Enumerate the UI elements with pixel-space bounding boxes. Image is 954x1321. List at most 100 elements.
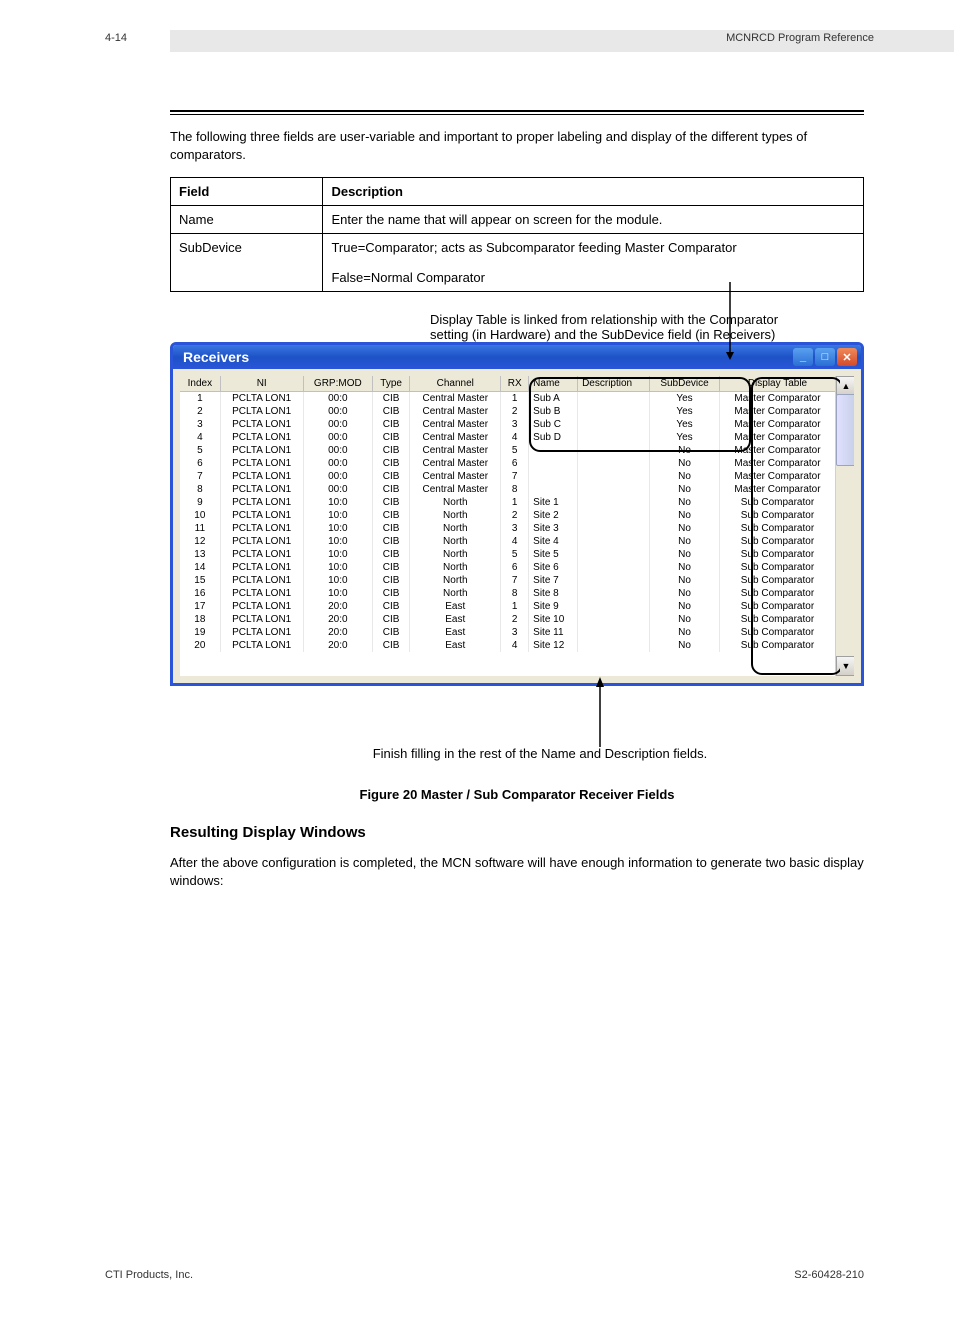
cell[interactable]: Site 8 — [529, 587, 578, 600]
scroll-up-button[interactable]: ▲ — [836, 376, 855, 396]
cell[interactable]: Central Master — [410, 483, 501, 496]
cell[interactable] — [578, 496, 650, 509]
cell[interactable] — [578, 405, 650, 418]
cell[interactable]: North — [410, 561, 501, 574]
cell[interactable]: PCLTA LON1 — [220, 509, 303, 522]
cell[interactable] — [578, 561, 650, 574]
cell[interactable]: 20:0 — [303, 639, 372, 652]
cell[interactable]: 10:0 — [303, 574, 372, 587]
cell[interactable]: No — [650, 470, 720, 483]
cell[interactable]: No — [650, 444, 720, 457]
cell[interactable]: 1 — [501, 392, 529, 406]
cell[interactable]: CIB — [372, 522, 409, 535]
cell[interactable]: Yes — [650, 405, 720, 418]
cell[interactable] — [578, 626, 650, 639]
cell[interactable]: Sub Comparator — [719, 522, 835, 535]
cell[interactable]: Sub Comparator — [719, 626, 835, 639]
cell[interactable] — [578, 431, 650, 444]
cell[interactable]: Sub Comparator — [719, 613, 835, 626]
cell[interactable]: 10:0 — [303, 496, 372, 509]
cell[interactable]: 10 — [180, 509, 220, 522]
cell[interactable] — [578, 418, 650, 431]
cell[interactable]: CIB — [372, 613, 409, 626]
table-row[interactable]: 9PCLTA LON110:0CIBNorth1Site 1NoSub Comp… — [180, 496, 836, 509]
cell[interactable]: CIB — [372, 405, 409, 418]
cell[interactable] — [578, 639, 650, 652]
scroll-thumb[interactable] — [836, 394, 855, 466]
cell[interactable]: 4 — [501, 431, 529, 444]
cell[interactable]: 00:0 — [303, 470, 372, 483]
cell[interactable]: CIB — [372, 574, 409, 587]
cell[interactable]: Sub Comparator — [719, 574, 835, 587]
cell[interactable]: 20:0 — [303, 626, 372, 639]
cell[interactable]: 00:0 — [303, 405, 372, 418]
cell[interactable]: Yes — [650, 392, 720, 406]
cell[interactable]: Sub Comparator — [719, 600, 835, 613]
cell[interactable]: PCLTA LON1 — [220, 561, 303, 574]
cell[interactable]: 10:0 — [303, 522, 372, 535]
cell[interactable]: 12 — [180, 535, 220, 548]
cell[interactable]: 1 — [180, 392, 220, 406]
cell[interactable]: PCLTA LON1 — [220, 522, 303, 535]
cell[interactable]: 7 — [501, 470, 529, 483]
cell[interactable]: CIB — [372, 444, 409, 457]
cell[interactable]: North — [410, 587, 501, 600]
cell[interactable] — [578, 509, 650, 522]
cell[interactable] — [529, 470, 578, 483]
col-header[interactable]: Type — [372, 376, 409, 392]
table-row[interactable]: 6PCLTA LON100:0CIBCentral Master6NoMaste… — [180, 457, 836, 470]
col-header[interactable]: Channel — [410, 376, 501, 392]
cell[interactable]: 4 — [501, 535, 529, 548]
cell[interactable]: CIB — [372, 509, 409, 522]
cell[interactable]: Master Comparator — [719, 444, 835, 457]
cell[interactable]: Site 6 — [529, 561, 578, 574]
cell[interactable]: 5 — [180, 444, 220, 457]
cell[interactable]: CIB — [372, 431, 409, 444]
cell[interactable]: Sub C — [529, 418, 578, 431]
cell[interactable]: 15 — [180, 574, 220, 587]
cell[interactable]: 10:0 — [303, 561, 372, 574]
table-row[interactable]: 14PCLTA LON110:0CIBNorth6Site 6NoSub Com… — [180, 561, 836, 574]
cell[interactable]: 00:0 — [303, 457, 372, 470]
cell[interactable]: 6 — [180, 457, 220, 470]
cell[interactable] — [529, 483, 578, 496]
table-row[interactable]: 17PCLTA LON120:0CIBEast1Site 9NoSub Comp… — [180, 600, 836, 613]
receivers-table[interactable]: IndexNIGRP:MODTypeChannelRXNameDescripti… — [180, 376, 836, 652]
cell[interactable] — [529, 444, 578, 457]
cell[interactable]: 2 — [501, 613, 529, 626]
cell[interactable]: 3 — [180, 418, 220, 431]
maximize-button[interactable]: □ — [815, 348, 835, 366]
cell[interactable]: PCLTA LON1 — [220, 587, 303, 600]
cell[interactable]: 2 — [180, 405, 220, 418]
cell[interactable]: PCLTA LON1 — [220, 418, 303, 431]
cell[interactable]: Site 11 — [529, 626, 578, 639]
scrollbar-vertical[interactable]: ▲ ▼ — [835, 376, 854, 676]
cell[interactable]: No — [650, 613, 720, 626]
cell[interactable]: Site 4 — [529, 535, 578, 548]
cell[interactable]: Master Comparator — [719, 418, 835, 431]
cell[interactable]: 10:0 — [303, 548, 372, 561]
cell[interactable] — [578, 392, 650, 406]
cell[interactable] — [578, 613, 650, 626]
col-header[interactable]: SubDevice — [650, 376, 720, 392]
cell[interactable]: Sub Comparator — [719, 548, 835, 561]
table-row[interactable]: 7PCLTA LON100:0CIBCentral Master7NoMaste… — [180, 470, 836, 483]
cell[interactable]: PCLTA LON1 — [220, 483, 303, 496]
table-row[interactable]: 11PCLTA LON110:0CIBNorth3Site 3NoSub Com… — [180, 522, 836, 535]
cell[interactable]: Sub B — [529, 405, 578, 418]
cell[interactable]: PCLTA LON1 — [220, 639, 303, 652]
cell[interactable]: 2 — [501, 405, 529, 418]
cell[interactable]: PCLTA LON1 — [220, 431, 303, 444]
cell[interactable]: Sub Comparator — [719, 561, 835, 574]
cell[interactable]: Site 2 — [529, 509, 578, 522]
table-row[interactable]: 3PCLTA LON100:0CIBCentral Master3Sub CYe… — [180, 418, 836, 431]
cell[interactable] — [578, 587, 650, 600]
cell[interactable]: 2 — [501, 509, 529, 522]
cell[interactable]: CIB — [372, 639, 409, 652]
cell[interactable]: 3 — [501, 626, 529, 639]
cell[interactable]: No — [650, 496, 720, 509]
cell[interactable]: Central Master — [410, 470, 501, 483]
cell[interactable]: North — [410, 548, 501, 561]
cell[interactable]: Master Comparator — [719, 470, 835, 483]
cell[interactable]: 3 — [501, 522, 529, 535]
